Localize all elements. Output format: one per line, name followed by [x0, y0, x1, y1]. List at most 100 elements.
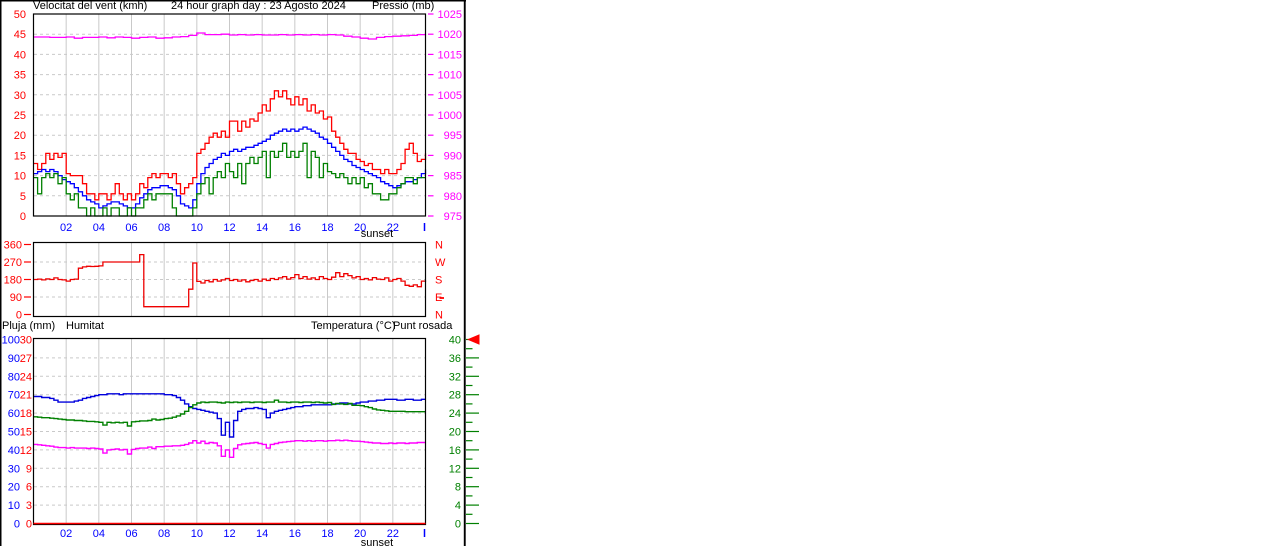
svg-text:14: 14 [256, 222, 268, 234]
dewpoint-axis-title: Punt rosada [393, 320, 453, 332]
rain-axis-title: Pluja (mm) [2, 320, 56, 332]
svg-text:1020: 1020 [438, 29, 462, 41]
svg-text:40: 40 [14, 49, 26, 61]
svg-text:50: 50 [14, 9, 26, 21]
svg-text:16: 16 [289, 528, 301, 540]
svg-text:16: 16 [449, 445, 461, 457]
svg-text:10: 10 [8, 500, 20, 512]
svg-text:20: 20 [449, 427, 461, 439]
svg-text:20: 20 [8, 482, 20, 494]
svg-text:70: 70 [8, 390, 20, 402]
svg-text:28: 28 [449, 390, 461, 402]
svg-text:04: 04 [93, 222, 105, 234]
temperature-axis-title: Temperatura (°C) [311, 320, 396, 332]
svg-text:12: 12 [449, 463, 461, 475]
svg-text:12: 12 [20, 445, 32, 457]
svg-text:18: 18 [20, 408, 32, 420]
svg-text:18: 18 [321, 222, 333, 234]
svg-text:980: 980 [444, 191, 462, 203]
svg-text:06: 06 [125, 222, 137, 234]
wind-direction-chart: 090180270360 NWSEN [4, 240, 446, 322]
sunset-label-bottom: sunset [360, 537, 394, 549]
svg-text:100: 100 [2, 335, 20, 347]
svg-text:50: 50 [8, 427, 20, 439]
svg-text:21: 21 [20, 390, 32, 402]
svg-text:90: 90 [10, 292, 22, 304]
svg-text:9: 9 [26, 463, 32, 475]
svg-text:1010: 1010 [438, 70, 462, 82]
svg-text:975: 975 [444, 211, 462, 223]
svg-text:18: 18 [321, 528, 333, 540]
svg-text:360: 360 [4, 240, 22, 252]
svg-text:990: 990 [444, 150, 462, 162]
graph-title: 24 hour graph day : 23 Agosto 2024 [171, 0, 346, 12]
svg-text:27: 27 [20, 353, 32, 365]
svg-text:02: 02 [60, 222, 72, 234]
wind-left-axis-labels: 0 5 10 15 20 25 30 35 40 45 50 [14, 9, 26, 223]
svg-text:06: 06 [125, 528, 137, 540]
weather-graph-window: 0 5 10 15 20 25 30 35 40 45 50 975 980 985 990 995 1000 1… [0, 0, 1280, 554]
svg-text:0: 0 [14, 519, 20, 531]
wind-speed-pressure-chart: 0510152025303540455097598098599099510001… [14, 9, 462, 234]
svg-text:32: 32 [449, 371, 461, 383]
svg-text:W: W [435, 257, 446, 269]
charts-canvas: 0510152025303540455097598098599099510001… [0, 0, 480, 546]
svg-text:08: 08 [158, 528, 170, 540]
svg-text:8: 8 [455, 482, 461, 494]
svg-text:10: 10 [191, 222, 203, 234]
svg-text:10: 10 [191, 528, 203, 540]
svg-text:270: 270 [4, 257, 22, 269]
svg-text:30: 30 [8, 463, 20, 475]
pressure-right-axis-labels: 975 980 985 990 995 1000 1005 1010 1015 1020 1025 [428, 9, 462, 223]
svg-text:20: 20 [14, 130, 26, 142]
svg-text:3: 3 [26, 500, 32, 512]
svg-text:40: 40 [449, 335, 461, 347]
svg-text:985: 985 [444, 171, 462, 183]
humidity-axis-title: Humitat [66, 320, 104, 332]
svg-text:0: 0 [20, 211, 26, 223]
svg-text:12: 12 [223, 528, 235, 540]
direction-left-axis-labels: 090180270360 [4, 240, 31, 322]
svg-text:24: 24 [449, 408, 461, 420]
svg-text:35: 35 [14, 70, 26, 82]
svg-text:90: 90 [8, 353, 20, 365]
svg-text:36: 36 [449, 353, 461, 365]
svg-text:S: S [435, 275, 442, 287]
svg-text:25: 25 [14, 110, 26, 122]
svg-text:5: 5 [20, 191, 26, 203]
svg-text:14: 14 [256, 528, 268, 540]
direction-right-axis-labels: NWSEN [435, 240, 446, 322]
scale-arrow-icon [467, 334, 480, 345]
svg-text:45: 45 [14, 29, 26, 41]
svg-text:60: 60 [8, 408, 20, 420]
humidity-rain-left-axis-labels: 100 3090 2780 2470 2160 1850 1540 1230 920 610 30 0 [2, 335, 32, 531]
pressure-axis-title: Pressió (mb) [372, 0, 435, 12]
svg-text:40: 40 [8, 445, 20, 457]
svg-text:995: 995 [444, 130, 462, 142]
sunset-label-top: sunset [360, 228, 394, 240]
svg-text:6: 6 [26, 482, 32, 494]
svg-text:08: 08 [158, 222, 170, 234]
window-frame [0, 0, 466, 546]
svg-text:15: 15 [14, 150, 26, 162]
svg-text:24: 24 [20, 371, 32, 383]
svg-text:10: 10 [14, 171, 26, 183]
svg-text:30: 30 [20, 335, 32, 347]
svg-text:4: 4 [455, 500, 461, 512]
svg-text:1005: 1005 [438, 90, 462, 102]
svg-text:80: 80 [8, 371, 20, 383]
svg-text:N: N [435, 240, 443, 252]
svg-text:0: 0 [455, 519, 461, 531]
svg-text:30: 30 [14, 90, 26, 102]
svg-text:04: 04 [93, 528, 105, 540]
svg-text:180: 180 [4, 275, 22, 287]
svg-text:0: 0 [26, 519, 32, 531]
svg-text:02: 02 [60, 528, 72, 540]
wind-axis-title: Velocitat del vent (kmh) [33, 0, 148, 12]
svg-text:12: 12 [223, 222, 235, 234]
svg-text:1000: 1000 [438, 110, 462, 122]
humidity-temperature-chart: 100 3090 2780 2470 2160 1850 1540 1230 920 610 30 0… [2, 334, 480, 540]
svg-text:1015: 1015 [438, 49, 462, 61]
svg-text:15: 15 [20, 427, 32, 439]
svg-text:1025: 1025 [438, 9, 462, 21]
